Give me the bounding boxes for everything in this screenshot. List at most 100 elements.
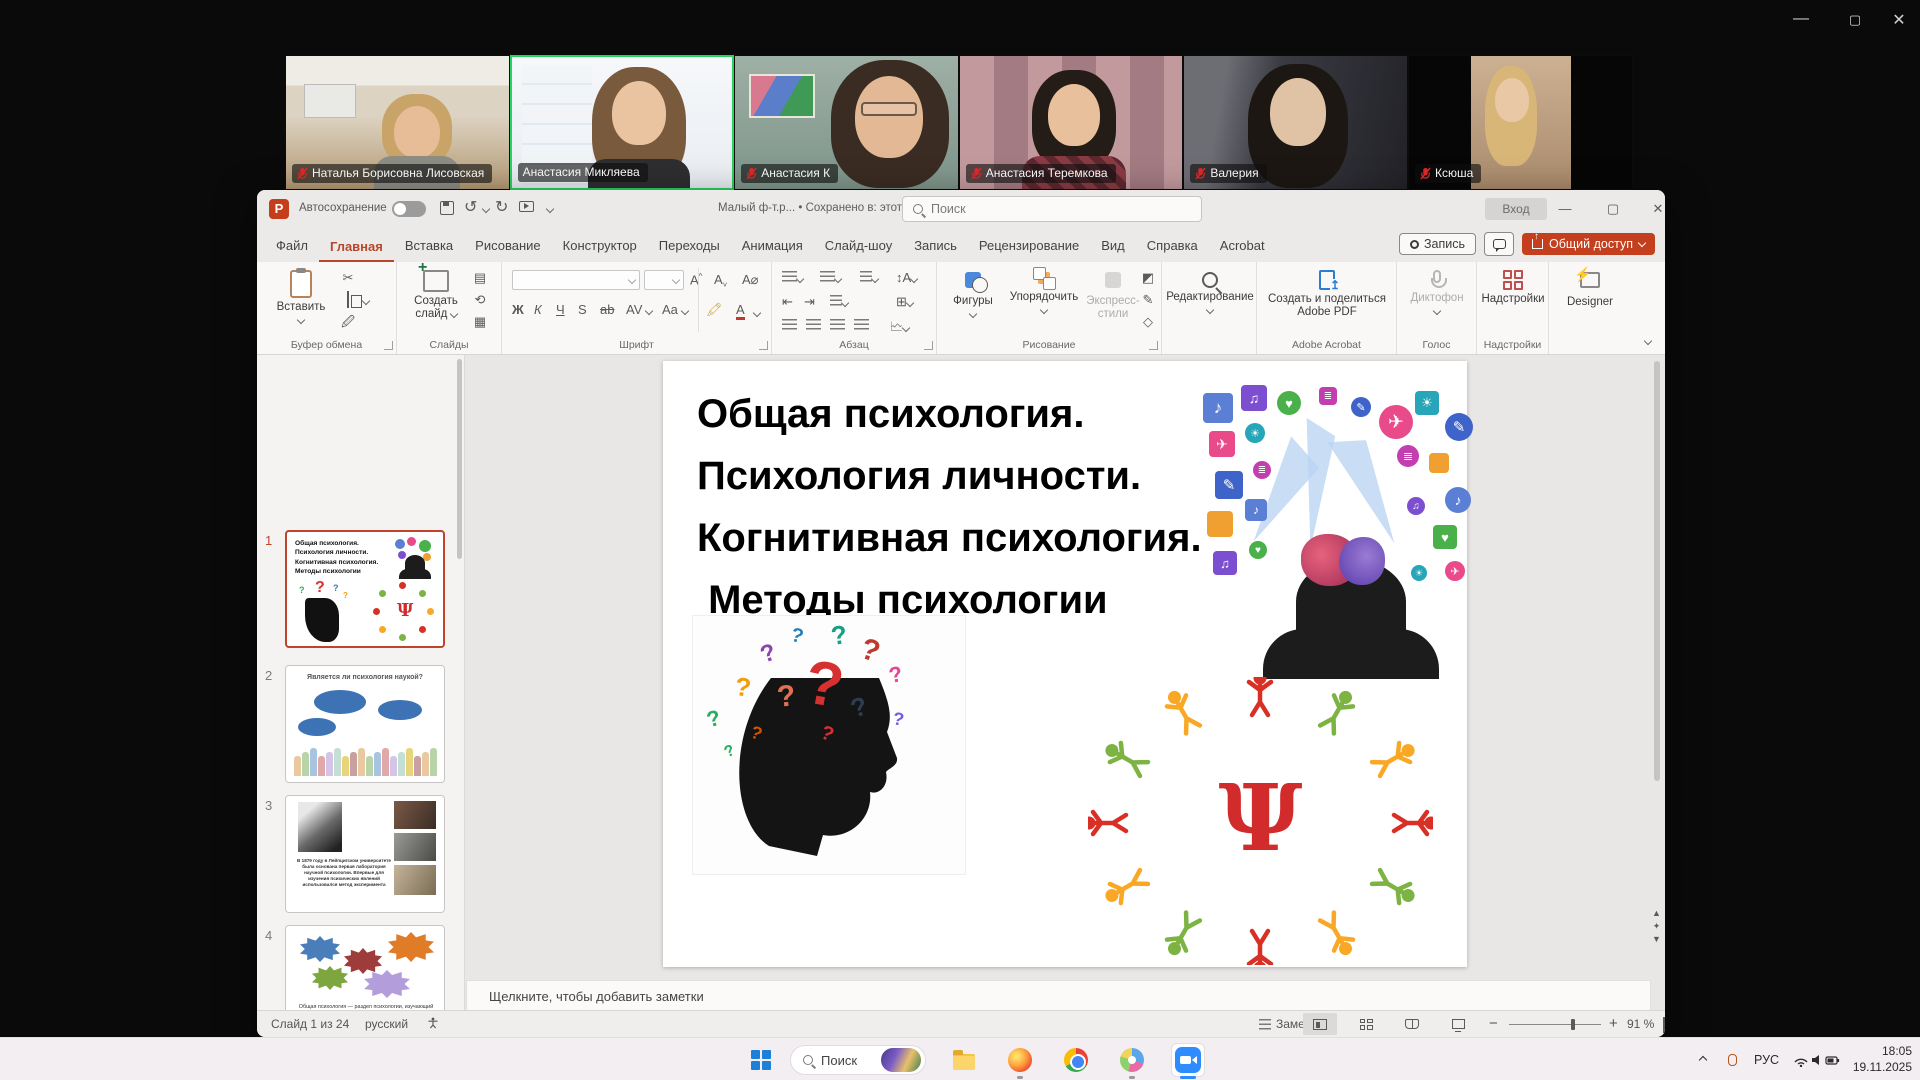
- text-direction-button[interactable]: ↕A: [896, 270, 917, 285]
- taskbar-search-box[interactable]: Поиск: [790, 1045, 926, 1075]
- strikethrough-button[interactable]: ab: [600, 302, 614, 317]
- increase-indent-button[interactable]: ⇥: [804, 294, 815, 310]
- zoom-in-button[interactable]: +: [1609, 1015, 1618, 1032]
- accessibility-status[interactable]: [427, 1017, 444, 1029]
- shadow-button[interactable]: S: [578, 302, 587, 317]
- format-painter-button[interactable]: 🖉: [339, 314, 357, 330]
- zoom-minimize-button[interactable]: —: [1786, 10, 1816, 28]
- convert-smartart-button[interactable]: 🗠: [890, 318, 909, 340]
- copy-button[interactable]: [339, 292, 357, 308]
- start-slideshow-icon[interactable]: [519, 201, 534, 212]
- ppt-restore-button[interactable]: ▢: [1598, 198, 1628, 220]
- designer-button[interactable]: Designer: [1555, 272, 1625, 309]
- quick-styles-button[interactable]: Экспресс-стили: [1085, 272, 1141, 321]
- clear-formatting-button[interactable]: A⌀: [742, 272, 759, 288]
- align-right-button[interactable]: [830, 318, 845, 333]
- video-tile[interactable]: Валерия: [1183, 55, 1408, 190]
- tab-record[interactable]: Запись: [903, 231, 968, 262]
- video-tile[interactable]: Наталья Борисовна Лисовская: [285, 55, 510, 190]
- normal-view-button[interactable]: [1303, 1013, 1337, 1035]
- ppt-search-box[interactable]: Поиск: [902, 196, 1202, 222]
- addins-button[interactable]: Надстройки: [1479, 270, 1547, 306]
- video-tile[interactable]: Ксюша: [1408, 55, 1633, 190]
- slide-thumbnail-3[interactable]: В 1879 году в Лейпцигском университете б…: [285, 795, 445, 913]
- italic-button[interactable]: К: [534, 302, 542, 317]
- slide-canvas[interactable]: Общая психология.Психология личности.Ког…: [663, 361, 1467, 967]
- tab-file[interactable]: Файл: [265, 231, 319, 262]
- video-tile[interactable]: Анастасия К: [734, 55, 959, 190]
- system-tray-icons[interactable]: [1794, 1038, 1840, 1080]
- font-dialog-launcher[interactable]: [759, 341, 768, 350]
- file-explorer-button[interactable]: [948, 1044, 980, 1076]
- firefox-button[interactable]: [1004, 1044, 1036, 1076]
- font-size-combo[interactable]: [644, 270, 684, 290]
- shapes-button[interactable]: Фигуры: [945, 272, 1001, 321]
- ppt-minimize-button[interactable]: —: [1550, 198, 1580, 220]
- numbering-button[interactable]: [820, 270, 841, 285]
- undo-chevron-icon[interactable]: [482, 205, 490, 213]
- drawing-dialog-launcher[interactable]: [1149, 341, 1158, 350]
- chrome-button[interactable]: [1060, 1044, 1092, 1076]
- change-case-button[interactable]: Aa: [662, 302, 688, 317]
- zoom-app-button[interactable]: [1172, 1044, 1204, 1076]
- slideshow-view-button[interactable]: [1441, 1013, 1475, 1035]
- tab-review[interactable]: Рецензирование: [968, 231, 1090, 262]
- mic-in-use-indicator[interactable]: [1728, 1038, 1737, 1080]
- reset-slide-button[interactable]: ⟲: [471, 292, 489, 308]
- new-slide-button[interactable]: Создатьслайд: [407, 270, 465, 321]
- zoom-maximize-button[interactable]: ▢: [1840, 12, 1870, 28]
- section-button[interactable]: ▦: [471, 314, 489, 330]
- shape-effects-button[interactable]: ◇: [1139, 314, 1157, 330]
- next-slide-button[interactable]: ▼: [1650, 933, 1663, 946]
- video-tile[interactable]: Анастасия Теремкова: [959, 55, 1184, 190]
- align-text-button[interactable]: ⊞: [896, 294, 913, 310]
- tab-help[interactable]: Справка: [1136, 231, 1209, 262]
- tab-home[interactable]: Главная: [319, 232, 394, 263]
- tab-view[interactable]: Вид: [1090, 231, 1136, 262]
- bold-button[interactable]: Ж: [512, 302, 524, 317]
- shape-fill-button[interactable]: ◩: [1139, 270, 1157, 286]
- grow-font-button[interactable]: A^: [690, 272, 702, 287]
- thumbnail-scrollbar[interactable]: [457, 359, 462, 559]
- split-handle-icon[interactable]: ✦: [1650, 920, 1663, 933]
- slide-title-text[interactable]: Общая психология.Психология личности.Ког…: [697, 383, 1202, 631]
- editing-button[interactable]: Редактирование: [1164, 272, 1256, 317]
- arrange-button[interactable]: Упорядочить: [1005, 272, 1083, 317]
- slide-counter[interactable]: Слайд 1 из 24: [271, 1017, 349, 1031]
- paste-button[interactable]: Вставить: [271, 270, 331, 327]
- cut-button[interactable]: ✂: [339, 270, 357, 286]
- slide-thumbnail-2[interactable]: Является ли психология наукой?: [285, 665, 445, 783]
- comments-button[interactable]: [1484, 232, 1514, 256]
- save-icon[interactable]: [440, 201, 454, 215]
- record-button[interactable]: Запись: [1399, 233, 1476, 255]
- start-button[interactable]: [745, 1044, 777, 1076]
- question-head-image[interactable]: ??????????????: [693, 616, 965, 874]
- tray-expand-button[interactable]: [1700, 1038, 1706, 1080]
- slide-layout-button[interactable]: ▤: [471, 270, 489, 286]
- taskbar-clock[interactable]: 18:05 19.11.2025: [1853, 1043, 1912, 1075]
- signin-button[interactable]: Вход: [1485, 198, 1547, 220]
- decrease-indent-button[interactable]: ⇤: [782, 294, 793, 310]
- language-switcher[interactable]: РУС: [1754, 1038, 1779, 1080]
- highlight-button[interactable]: 🖍: [706, 302, 723, 318]
- line-spacing-button[interactable]: [860, 270, 878, 285]
- video-tile-active-speaker[interactable]: Анастасия Микляева: [510, 55, 735, 190]
- people-circle-image[interactable]: Ψ: [1088, 677, 1433, 965]
- paragraph-dialog-launcher[interactable]: [924, 341, 933, 350]
- slide-thumbnail-1[interactable]: Общая психология. Психология личности. К…: [285, 530, 445, 648]
- tab-insert[interactable]: Вставка: [394, 231, 464, 262]
- align-center-button[interactable]: [806, 318, 821, 333]
- tab-draw[interactable]: Рисование: [464, 231, 551, 262]
- paint-button[interactable]: [1116, 1044, 1148, 1076]
- font-color-button[interactable]: A: [736, 302, 745, 320]
- tab-transitions[interactable]: Переходы: [648, 231, 731, 262]
- tab-design[interactable]: Конструктор: [552, 231, 648, 262]
- zoom-close-button[interactable]: ✕: [1884, 10, 1914, 30]
- font-name-combo[interactable]: [512, 270, 640, 290]
- tab-animations[interactable]: Анимация: [731, 231, 814, 262]
- collapse-ribbon-chevron-icon[interactable]: [1644, 337, 1652, 345]
- brain-icons-image[interactable]: ♪♫♥✈☀✎≣♪♫♥✈☀✎≣♪♫♥✈☀✎≣: [1201, 379, 1471, 671]
- slide-scrollbar[interactable]: [1654, 361, 1660, 901]
- previous-slide-button[interactable]: ▲: [1650, 907, 1663, 920]
- zoom-percent[interactable]: 91 %: [1627, 1017, 1654, 1031]
